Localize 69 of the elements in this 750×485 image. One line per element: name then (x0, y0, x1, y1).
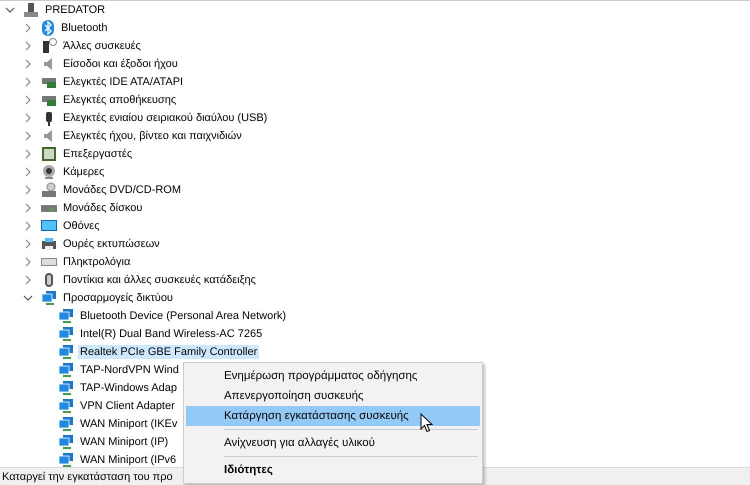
tree-item[interactable]: Μονάδες δίσκου (61, 201, 144, 215)
tree-item[interactable]: TAP-NordVPN Wind (78, 363, 181, 377)
menu-item[interactable]: Ανίχνευση για αλλαγές υλικού (186, 433, 480, 453)
network-adapter-icon (41, 290, 57, 306)
disk-drive-icon (41, 204, 57, 212)
network-adapter-icon (58, 434, 74, 450)
network-adapter-icon (58, 308, 74, 324)
tree-item[interactable]: Ουρές εκτυπώσεων (61, 237, 162, 251)
monitor-icon (41, 218, 57, 234)
tree-item[interactable]: Ποντίκια και άλλες συσκευές κατάδειξης (61, 273, 258, 287)
menu-item[interactable]: Απενεργοποίηση συσκευής (186, 386, 480, 406)
tree-item[interactable]: Προσαρμογείς δικτύου (61, 291, 175, 305)
expand-chevron-icon[interactable] (23, 203, 33, 213)
network-adapter-icon (58, 380, 74, 396)
expand-chevron-icon[interactable] (23, 257, 33, 267)
expand-chevron-icon[interactable] (23, 77, 33, 87)
network-adapter-icon (58, 452, 74, 468)
network-adapter-icon (58, 326, 74, 342)
menu-item[interactable]: Κατάργηση εγκατάστασης συσκευής (186, 406, 480, 426)
processor-chip-icon (41, 146, 57, 162)
network-adapter-icon (58, 362, 74, 378)
tree-item[interactable]: Ελεγκτές IDE ATA/ATAPI (61, 75, 186, 89)
tree-item[interactable]: Ελεγκτές ήχου, βίντεο και παιχνιδιών (61, 129, 244, 143)
tree-item[interactable]: Ελεγκτές ενιαίου σειριακού διαύλου (USB) (61, 111, 270, 125)
tree-item[interactable]: Μονάδες DVD/CD-ROM (61, 183, 184, 197)
network-adapter-icon (58, 344, 74, 360)
tree-item[interactable]: Κάμερες (61, 165, 106, 179)
expand-chevron-icon[interactable] (23, 239, 33, 249)
network-adapter-icon (58, 416, 74, 432)
collapse-chevron-icon[interactable] (5, 5, 15, 15)
tree-item[interactable]: VPN Client Adapter (78, 399, 177, 413)
printer-icon (41, 236, 57, 252)
tree-item[interactable]: TAP-Windows Adap (78, 381, 180, 395)
network-adapter-icon (58, 398, 74, 414)
expand-chevron-icon[interactable] (23, 131, 33, 141)
status-text: Καταργεί την εγκατάσταση του προ (2, 470, 173, 482)
expand-chevron-icon[interactable] (23, 59, 33, 69)
tree-item[interactable]: Πληκτρολόγια (61, 255, 132, 269)
tree-item[interactable]: Ελεγκτές αποθήκευσης (61, 93, 178, 107)
unknown-device-icon (41, 38, 57, 54)
tree-item[interactable]: PREDATOR (43, 3, 108, 17)
menu-item[interactable]: Ιδιότητες (186, 460, 480, 480)
tree-item[interactable]: Intel(R) Dual Band Wireless-AC 7265 (78, 327, 264, 341)
tree-item[interactable]: Realtek PCIe GBE Family Controller (78, 345, 260, 359)
bluetooth-icon (41, 20, 55, 36)
expand-chevron-icon[interactable] (23, 113, 33, 123)
expand-chevron-icon[interactable] (23, 275, 33, 285)
tree-item[interactable]: Bluetooth (59, 21, 110, 35)
expand-chevron-icon[interactable] (23, 185, 33, 195)
menu-item[interactable]: Ενημέρωση προγράμματος οδήγησης (186, 366, 480, 386)
mouse-pointer-icon (420, 413, 433, 433)
expand-chevron-icon[interactable] (23, 167, 33, 177)
expand-chevron-icon[interactable] (23, 149, 33, 159)
tree-item[interactable]: WAN Miniport (IKEv (78, 417, 180, 431)
tree-item[interactable]: Άλλες συσκευές (61, 39, 143, 53)
tree-item[interactable]: WAN Miniport (IP) (78, 435, 170, 449)
webcam-icon (41, 164, 57, 180)
tree-item[interactable]: Επεξεργαστές (61, 147, 134, 161)
optical-drive-icon (41, 182, 57, 198)
tree-item[interactable]: WAN Miniport (IPv6 (78, 453, 178, 467)
tree-item[interactable]: Οθόνες (61, 219, 102, 233)
expand-chevron-icon[interactable] (23, 41, 33, 51)
expand-chevron-icon[interactable] (23, 23, 33, 33)
tree-item[interactable]: Είσοδοι και έξοδοι ήχου (61, 57, 180, 71)
expand-chevron-icon[interactable] (23, 221, 33, 231)
expand-chevron-icon[interactable] (23, 95, 33, 105)
computer-icon (23, 2, 39, 18)
tree-item[interactable]: Bluetooth Device (Personal Area Network) (78, 309, 288, 323)
collapse-chevron-icon[interactable] (23, 293, 33, 303)
